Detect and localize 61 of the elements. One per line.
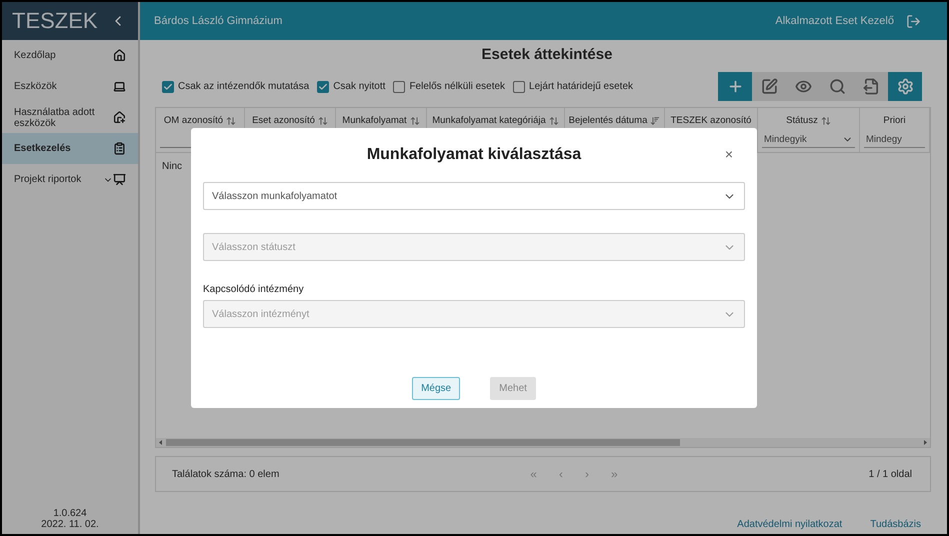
filter-select[interactable]: Mindegy [864, 132, 925, 148]
eye-icon [794, 78, 812, 95]
footer-link[interactable]: Adatvédelmi nyilatkozat [737, 519, 842, 530]
field-label: Kapcsolódó intézmény [203, 284, 305, 295]
export-icon [862, 78, 880, 95]
sort-icon[interactable] [820, 116, 831, 126]
checkbox[interactable] [162, 80, 174, 92]
house-icon [113, 111, 126, 124]
sort-icon[interactable] [226, 116, 236, 126]
column-header[interactable]: Eset azonosító [252, 115, 315, 126]
page-indicator: 1 / 1 oldal [868, 468, 912, 480]
result-count: Találatok száma: 0 elem [172, 468, 280, 480]
checkbox[interactable] [317, 80, 330, 92]
checkbox-label: Lejárt határidejű esetek [529, 81, 634, 92]
column-header[interactable]: Státusz [786, 115, 818, 126]
checkbox-label: Csak az intézendők mutatása [178, 81, 310, 92]
plus-button[interactable] [718, 72, 752, 101]
sidebar-item[interactable]: Projekt riportok [2, 164, 138, 195]
sort-icon[interactable] [318, 116, 328, 126]
column-header[interactable]: TESZEK azonosító [670, 115, 752, 126]
date-label: 2022. 11. 02. [41, 519, 99, 530]
app-logo: TESZEK [12, 8, 98, 34]
checkbox[interactable] [393, 80, 406, 92]
checkbox-label: Csak nyitott [333, 81, 386, 92]
export-button[interactable] [854, 72, 888, 101]
select-field[interactable]: Válasszon munkafolyamatot [203, 182, 745, 210]
column-header[interactable]: Bejelentés dátuma [568, 115, 648, 126]
column-header[interactable]: Munkafolyamat kategóriája [432, 115, 546, 126]
clipboard-icon [113, 142, 126, 155]
settings-button[interactable] [888, 72, 922, 101]
sidebar-item[interactable]: Használatba adott eszközök [2, 102, 138, 133]
column-header[interactable]: Priori [883, 115, 906, 126]
laptop-icon [113, 80, 126, 93]
empty-message: Ninc [161, 160, 184, 174]
home-icon [113, 49, 126, 62]
column-header[interactable]: Munkafolyamat [342, 115, 407, 126]
edit-icon [760, 78, 778, 95]
checkbox[interactable] [513, 80, 526, 92]
filter-select[interactable]: Mindegyik [762, 132, 855, 148]
search-icon [828, 78, 846, 95]
sort-icon[interactable] [410, 116, 420, 126]
sidebar-item[interactable]: Eszközök [2, 71, 138, 102]
page-title: Esetek áttekintése [480, 46, 614, 65]
checkbox-label: Felelős nélküli esetek [409, 81, 506, 92]
horizontal-scrollbar[interactable] [156, 438, 930, 447]
logout-icon[interactable] [906, 14, 921, 28]
settings-icon [896, 78, 914, 95]
sort-icon[interactable] [548, 116, 559, 126]
footer-link[interactable]: Tudásbázis [870, 519, 921, 530]
version-label: 1.0.624 [53, 508, 87, 519]
column-header[interactable]: OM azonosító [164, 115, 224, 126]
sidebar-item[interactable]: Kezdőlap [2, 40, 138, 71]
sort-desc-icon[interactable] [650, 116, 660, 126]
presentation-icon [113, 173, 126, 186]
edit-button[interactable] [752, 72, 786, 101]
modal-title: Munkafolyamat kiválasztása [366, 146, 582, 164]
user-role: Alkalmazott Eset Kezelő [775, 15, 894, 27]
close-button[interactable]: × [720, 146, 737, 162]
school-name: Bárdos László Gimnázium [154, 15, 282, 27]
sidebar-item[interactable]: Esetkezelés [2, 133, 138, 164]
cancel-button[interactable]: Mégse [412, 377, 460, 400]
